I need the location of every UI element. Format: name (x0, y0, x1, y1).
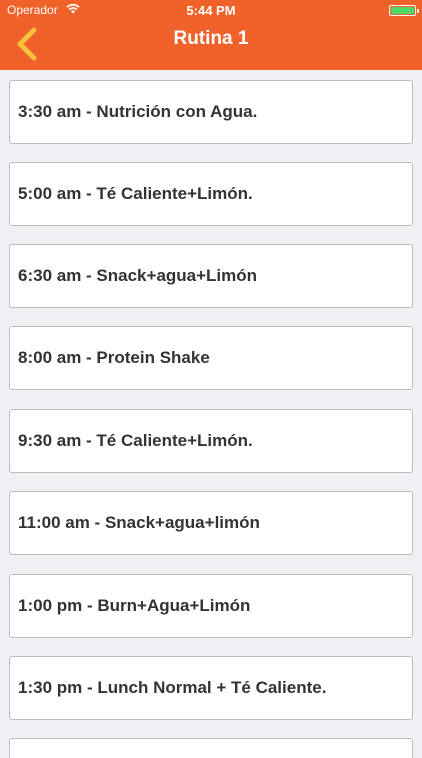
list-item[interactable]: 1:00 pm - Burn+Agua+Limón (9, 574, 413, 638)
list-item[interactable]: 9:30 am - Té Caliente+Limón. (9, 409, 413, 473)
list-item[interactable]: 3:30 am - Nutrición con Agua. (9, 80, 413, 144)
page-title: Rutina 1 (173, 28, 249, 49)
battery-icon (389, 5, 419, 16)
status-bar: Operador 5:44 PM (0, 0, 422, 22)
list-item[interactable]: 1:30 pm - Lunch Normal + Té Caliente. (9, 656, 413, 720)
list-item[interactable]: 5:00 am - Té Caliente+Limón. (9, 162, 413, 226)
status-time: 5:44 PM (186, 3, 236, 18)
list-item[interactable]: 6:30 am - Snack+agua+Limón (9, 244, 413, 308)
list-item[interactable]: 8:00 am - Protein Shake (9, 326, 413, 390)
navigation-bar: Operador 5:44 PM Rutina 1 (0, 0, 422, 70)
list-item-partial[interactable] (9, 738, 413, 758)
battery-level (391, 7, 414, 14)
battery-nub (417, 9, 419, 13)
list-item[interactable]: 11:00 am - Snack+agua+limón (9, 491, 413, 555)
